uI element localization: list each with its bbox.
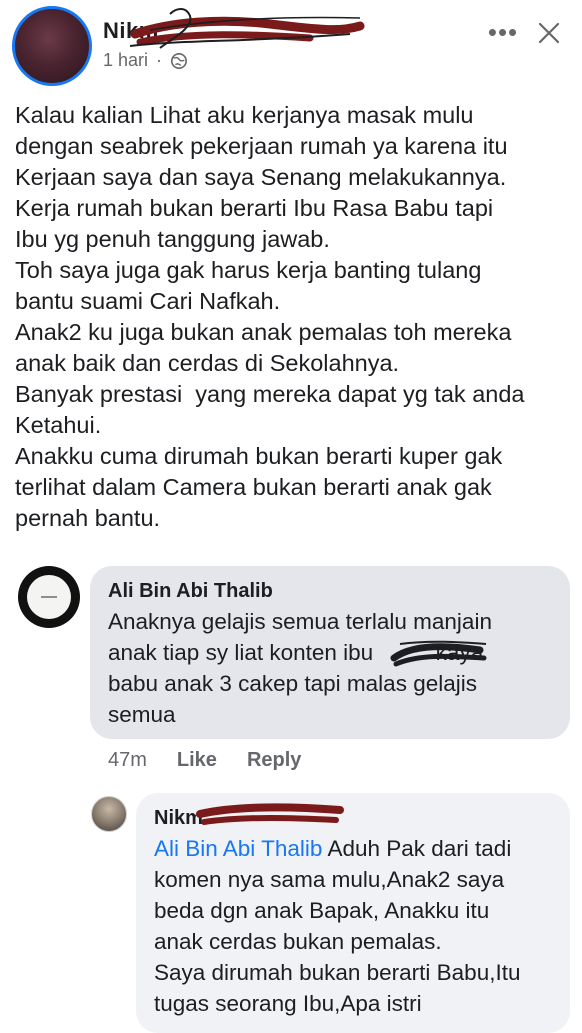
comment-author-avatar[interactable]: [18, 566, 80, 628]
reply-line: komen nya sama mulu,Anak2 saya: [154, 867, 505, 892]
reply-line: Saya dirumah bukan berarti Babu,Itu: [154, 960, 521, 985]
post-line: dengan seabrek pekerjaan rumah ya karena…: [15, 133, 508, 159]
comment-line: babu anak 3 cakep tapi malas gelajis: [108, 671, 477, 696]
author-name-redaction: [130, 8, 365, 49]
post-line: bantu suami Cari Nafkah.: [15, 288, 281, 314]
meta-separator: ·: [156, 50, 163, 70]
post-author-name[interactable]: Nikm: [103, 18, 159, 44]
more-options-icon: •••: [487, 17, 519, 47]
reply-text: Ali Bin Abi Thalib Aduh Pak dari tadi ko…: [154, 833, 552, 1019]
more-options-button[interactable]: •••: [486, 17, 520, 47]
post-line: Kerja rumah bukan berarti Ibu Rasa Babu …: [15, 195, 494, 221]
reply-line: beda dgn anak Bapak, Anakku itu: [154, 898, 490, 923]
comment-actions: 47m Like Reply: [108, 749, 301, 772]
post-line: Toh saya juga gak harus kerja banting tu…: [15, 257, 482, 283]
reply-author-name[interactable]: Nikm: [154, 805, 552, 831]
comment-line: Anaknya gelajis semua terlalu manjain: [108, 609, 492, 634]
post-line: Anak2 ku juga bukan anak pemalas toh mer…: [15, 319, 512, 345]
post-line: Anakku cuma dirumah bukan berarti kuper …: [15, 443, 503, 469]
post-line: Ibu yg penuh tanggung jawab.: [15, 226, 330, 252]
like-button[interactable]: Like: [177, 749, 217, 772]
close-icon[interactable]: [534, 18, 564, 48]
comment-line: semua: [108, 702, 176, 727]
reply-line: tugas seorang Ibu,Apa istri: [154, 991, 422, 1016]
post-text: Kalau kalian Lihat aku kerjanya masak mu…: [15, 100, 577, 534]
post-meta: 1 hari ·: [103, 50, 188, 71]
reply-author-avatar[interactable]: [91, 796, 127, 832]
post-line: Kerjaan saya dan saya Senang melakukanny…: [15, 164, 507, 190]
post-line: pernah bantu.: [15, 505, 161, 531]
comment-text: Anaknya gelajis semua terlalu manjain an…: [108, 606, 552, 730]
globe-icon: [171, 52, 188, 69]
reply-button[interactable]: Reply: [247, 749, 301, 772]
reply-first-line: Aduh Pak dari tadi: [322, 836, 512, 861]
reply-mention-link[interactable]: Ali Bin Abi Thalib: [154, 836, 322, 861]
post-time[interactable]: 1 hari: [103, 50, 148, 71]
post-author-avatar[interactable]: [12, 6, 92, 86]
comment-bubble: Ali Bin Abi Thalib Anaknya gelajis semua…: [90, 566, 570, 739]
reply-bubble: Nikm Ali Bin Abi Thalib Aduh Pak dari ta…: [136, 793, 570, 1033]
reply-line: anak cerdas bukan pemalas.: [154, 929, 442, 954]
post-line: Banyak prestasi yang mereka dapat yg tak…: [15, 381, 525, 407]
comment-time[interactable]: 47m: [108, 749, 147, 772]
post-line: Ketahui.: [15, 412, 102, 438]
post-line: anak baik dan cerdas di Sekolahnya.: [15, 350, 400, 376]
post-line: Kalau kalian Lihat aku kerjanya masak mu…: [15, 102, 474, 128]
comment-line: anak tiap sy liat konten ibu kaya: [108, 640, 484, 665]
post-line: terlihat dalam Camera bukan berarti anak…: [15, 474, 492, 500]
comment-author-name[interactable]: Ali Bin Abi Thalib: [108, 578, 552, 604]
